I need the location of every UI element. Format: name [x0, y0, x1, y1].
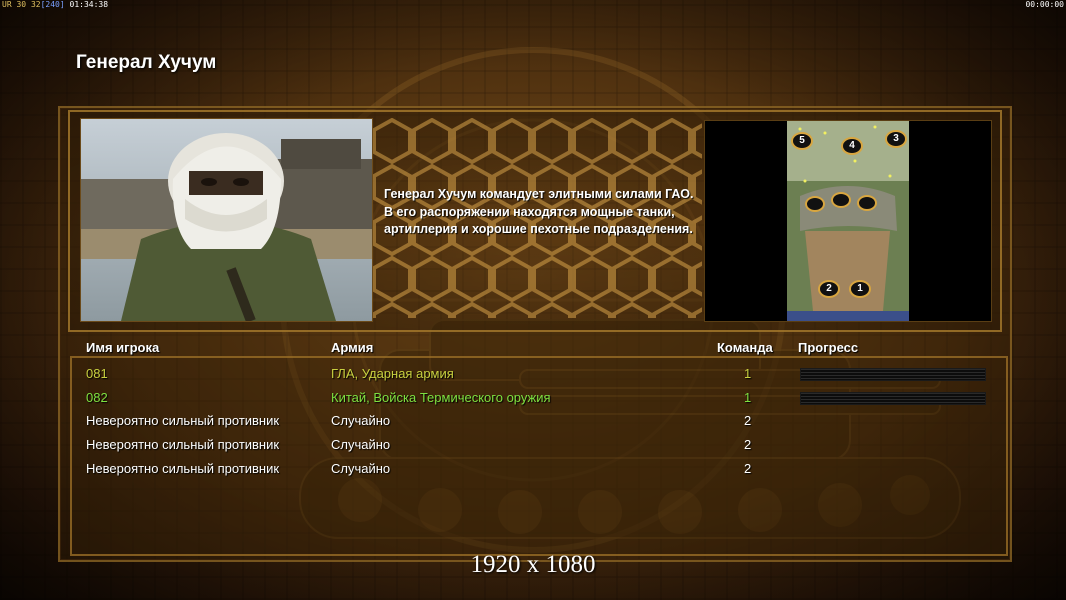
player-army: ГЛА, Ударная армия — [331, 366, 454, 381]
header-player-name: Имя игрока — [86, 340, 160, 355]
player-army: Случайно — [331, 413, 391, 428]
player-army: Китай, Войска Термического оружия — [331, 390, 551, 405]
start-position-4[interactable]: 4 — [841, 137, 863, 155]
player-name: Невероятно сильный противник — [86, 437, 280, 452]
player-row: Невероятно сильный противник Случайно 2 — [0, 413, 1066, 435]
hud-stats: UR 30 32[240] 01:34:38 — [2, 0, 108, 9]
hud-label: UR — [2, 0, 12, 9]
player-row: 081 ГЛА, Ударная армия 1 — [0, 366, 1066, 388]
hud-value-c: [240] — [40, 0, 65, 9]
general-title: Генерал Хучум — [76, 52, 217, 73]
hud-value-b: 32 — [30, 0, 41, 9]
player-name: Невероятно сильный противник — [86, 413, 280, 428]
loading-screen: UR 30 32[240] 01:34:38 00:00:00 Генерал … — [0, 0, 1066, 600]
start-position-3[interactable]: 3 — [885, 130, 907, 148]
base-slot — [831, 192, 851, 208]
player-name: 081 — [86, 366, 108, 381]
hud-value-a: 30 — [16, 0, 27, 9]
general-portrait — [80, 118, 373, 322]
resolution-caption: 1920 x 1080 — [470, 551, 596, 578]
player-row: Невероятно сильный противник Случайно 2 — [0, 461, 1066, 483]
general-description: Генерал Хучум командует элитными силами … — [384, 187, 694, 236]
player-name: 082 — [86, 390, 108, 405]
start-position-5[interactable]: 5 — [791, 132, 813, 150]
player-team: 2 — [744, 461, 752, 476]
player-team: 2 — [744, 413, 752, 428]
base-slot — [857, 195, 877, 211]
player-team: 1 — [744, 390, 752, 405]
player-army: Случайно — [331, 437, 391, 452]
start-position-2[interactable]: 2 — [818, 280, 840, 298]
minimap: 5 4 3 2 1 — [704, 120, 992, 322]
player-progress-bar — [800, 368, 986, 381]
header-team: Команда — [717, 340, 773, 355]
hud-game-time: 00:00:00 — [1025, 0, 1064, 9]
header-army: Армия — [331, 340, 374, 355]
player-row: Невероятно сильный противник Случайно 2 — [0, 437, 1066, 459]
player-team: 1 — [744, 366, 752, 381]
player-team: 2 — [744, 437, 752, 452]
hud-bar: UR 30 32[240] 01:34:38 00:00:00 — [0, 0, 1066, 10]
player-row: 082 Китай, Войска Термического оружия 1 — [0, 390, 1066, 412]
header-progress: Прогресс — [798, 340, 859, 355]
base-slot — [805, 196, 825, 212]
player-army: Случайно — [331, 461, 391, 476]
hud-elapsed-time: 01:34:38 — [69, 0, 109, 9]
player-name: Невероятно сильный противник — [86, 461, 280, 476]
player-progress-bar — [800, 392, 986, 405]
start-position-1[interactable]: 1 — [849, 280, 871, 298]
